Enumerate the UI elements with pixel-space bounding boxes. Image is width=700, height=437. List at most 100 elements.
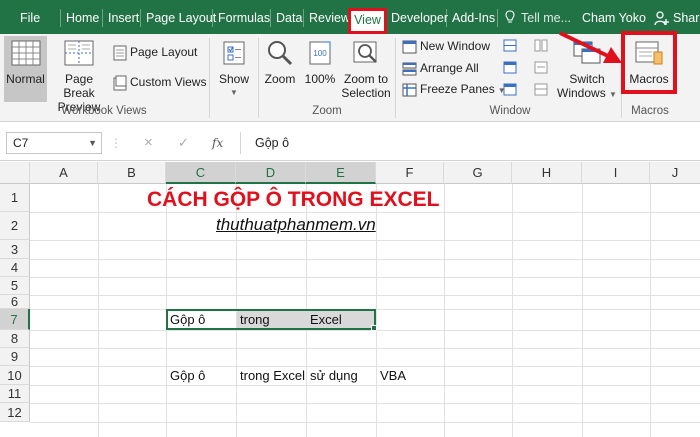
enter-icon[interactable]: ✓ xyxy=(178,132,189,154)
custom-views-label: Custom Views xyxy=(130,75,207,89)
row-header-7[interactable]: 7 xyxy=(0,309,30,330)
custom-views-icon xyxy=(113,75,127,91)
magnifier-icon xyxy=(268,41,293,66)
page-break-preview-button[interactable]: Page Break Preview xyxy=(50,40,108,114)
row-header-1[interactable]: 1 xyxy=(0,184,30,212)
macros-highlight-box xyxy=(621,31,677,94)
row-header-2[interactable]: 2 xyxy=(0,212,30,240)
tab-page-layout[interactable]: Page Layout xyxy=(146,0,216,34)
column-header-g[interactable]: G xyxy=(444,162,512,184)
page-layout-icon xyxy=(113,45,127,61)
column-header-f[interactable]: F xyxy=(376,162,444,184)
zoom-100-label: 100% xyxy=(304,72,336,86)
row-header-8[interactable]: 8 xyxy=(0,330,30,348)
worksheet-grid[interactable]: A B C D E F G H I J 1 2 3 4 5 6 7 8 9 10… xyxy=(0,162,700,437)
tab-addins[interactable]: Add-Ins xyxy=(452,0,495,34)
column-header-b[interactable]: B xyxy=(98,162,166,184)
zoom-button[interactable]: Zoom xyxy=(262,40,298,86)
gridline xyxy=(30,385,700,386)
group-divider xyxy=(258,38,259,118)
tab-developer[interactable]: Developer xyxy=(391,0,448,34)
tab-insert[interactable]: Insert xyxy=(108,0,139,34)
window-split-hide-unhide-icons[interactable] xyxy=(503,38,517,100)
page-break-preview-icon xyxy=(64,40,94,66)
gridline xyxy=(30,259,700,260)
column-header-d[interactable]: D xyxy=(236,162,306,184)
cell-d10[interactable]: trong Excel xyxy=(237,366,306,385)
page-layout-view-button[interactable]: Page Layout xyxy=(113,42,197,62)
formula-buttons: ⋮ × ✓ fx xyxy=(110,132,230,154)
arrange-all-button[interactable]: Arrange All xyxy=(402,58,479,78)
tab-formulas[interactable]: Formulas xyxy=(218,0,270,34)
gridline xyxy=(444,184,445,437)
name-box-value: C7 xyxy=(13,136,29,150)
formula-input[interactable]: Gộp ô xyxy=(240,132,695,154)
zoom-to-selection-label-1: Zoom to xyxy=(343,72,388,86)
gridline xyxy=(30,277,700,278)
share-button[interactable]: Share xyxy=(673,0,700,34)
fx-icon[interactable]: fx xyxy=(212,132,223,154)
zoom-100-icon: 100 xyxy=(309,41,331,65)
tab-divider xyxy=(270,9,271,27)
gridline xyxy=(376,184,377,437)
tab-home[interactable]: Home xyxy=(66,0,99,34)
window-group-label: Window xyxy=(489,105,531,117)
tab-view[interactable]: View xyxy=(348,8,387,34)
fill-handle[interactable] xyxy=(371,325,377,331)
row-header-12[interactable]: 12 xyxy=(0,403,30,422)
freeze-panes-button[interactable]: Freeze Panes ▼ xyxy=(402,79,506,99)
sheet-title: CÁCH GỘP Ô TRONG EXCEL xyxy=(147,188,440,211)
freeze-panes-icon xyxy=(402,83,417,97)
tab-review[interactable]: Review xyxy=(309,0,350,34)
row-header-11[interactable]: 11 xyxy=(0,385,30,403)
normal-view-icon xyxy=(11,40,40,66)
window-side-by-side-icons[interactable] xyxy=(534,38,548,100)
normal-view-button[interactable]: Normal xyxy=(4,40,47,86)
select-all-corner[interactable] xyxy=(0,162,30,184)
name-box[interactable]: C7 ▼ xyxy=(6,132,102,154)
show-icon xyxy=(223,41,245,65)
chevron-down-icon[interactable]: ▼ xyxy=(88,133,97,153)
page-break-label-1: Page Break xyxy=(63,72,95,100)
zoom-to-selection-icon xyxy=(353,41,377,63)
show-label: Show xyxy=(218,72,250,86)
row-header-10[interactable]: 10 xyxy=(0,366,30,385)
column-header-h[interactable]: H xyxy=(512,162,582,184)
column-header-a[interactable]: A xyxy=(30,162,98,184)
column-header-c[interactable]: C xyxy=(166,162,236,184)
tab-file[interactable]: File xyxy=(20,0,40,34)
cell-c10[interactable]: Gộp ô xyxy=(167,366,236,385)
gridline xyxy=(30,240,700,241)
zoom-to-selection-label-2: Selection xyxy=(341,86,391,100)
switch-windows-label-1: Switch xyxy=(569,72,605,86)
row-header-3[interactable]: 3 xyxy=(0,240,30,259)
zoom-100-button[interactable]: 100 100% xyxy=(302,40,338,86)
cell-e10[interactable]: sử dụng xyxy=(307,366,376,385)
arrange-all-icon xyxy=(402,62,417,76)
tab-divider xyxy=(446,9,447,27)
switch-windows-label-2: Windows ▼ xyxy=(557,86,617,100)
new-window-button[interactable]: New Window xyxy=(402,36,490,56)
zoom-to-selection-button[interactable]: Zoom to Selection xyxy=(340,40,392,100)
cancel-icon[interactable]: × xyxy=(144,132,153,154)
tab-data[interactable]: Data xyxy=(276,0,302,34)
cell-f10[interactable]: VBA xyxy=(377,366,444,385)
column-header-e[interactable]: E xyxy=(306,162,376,184)
show-button[interactable]: Show ▼ xyxy=(214,40,254,100)
gridline xyxy=(30,295,700,296)
more-icon: ⋮ xyxy=(110,136,122,150)
column-header-j[interactable]: J xyxy=(650,162,700,184)
formula-bar: C7 ▼ ⋮ × ✓ fx Gộp ô xyxy=(0,123,700,161)
custom-views-button[interactable]: Custom Views xyxy=(113,72,206,92)
gridline xyxy=(30,212,700,213)
new-window-label: New Window xyxy=(420,39,491,53)
row-header-6[interactable]: 6 xyxy=(0,295,30,309)
lightbulb-icon xyxy=(505,10,515,23)
row-header-5[interactable]: 5 xyxy=(0,277,30,295)
arrange-all-label: Arrange All xyxy=(420,61,479,75)
row-header-9[interactable]: 9 xyxy=(0,348,30,366)
row-header-4[interactable]: 4 xyxy=(0,259,30,277)
workbook-views-group-label: Workbook Views xyxy=(61,105,147,117)
gridline xyxy=(30,403,700,404)
column-header-i[interactable]: I xyxy=(582,162,650,184)
